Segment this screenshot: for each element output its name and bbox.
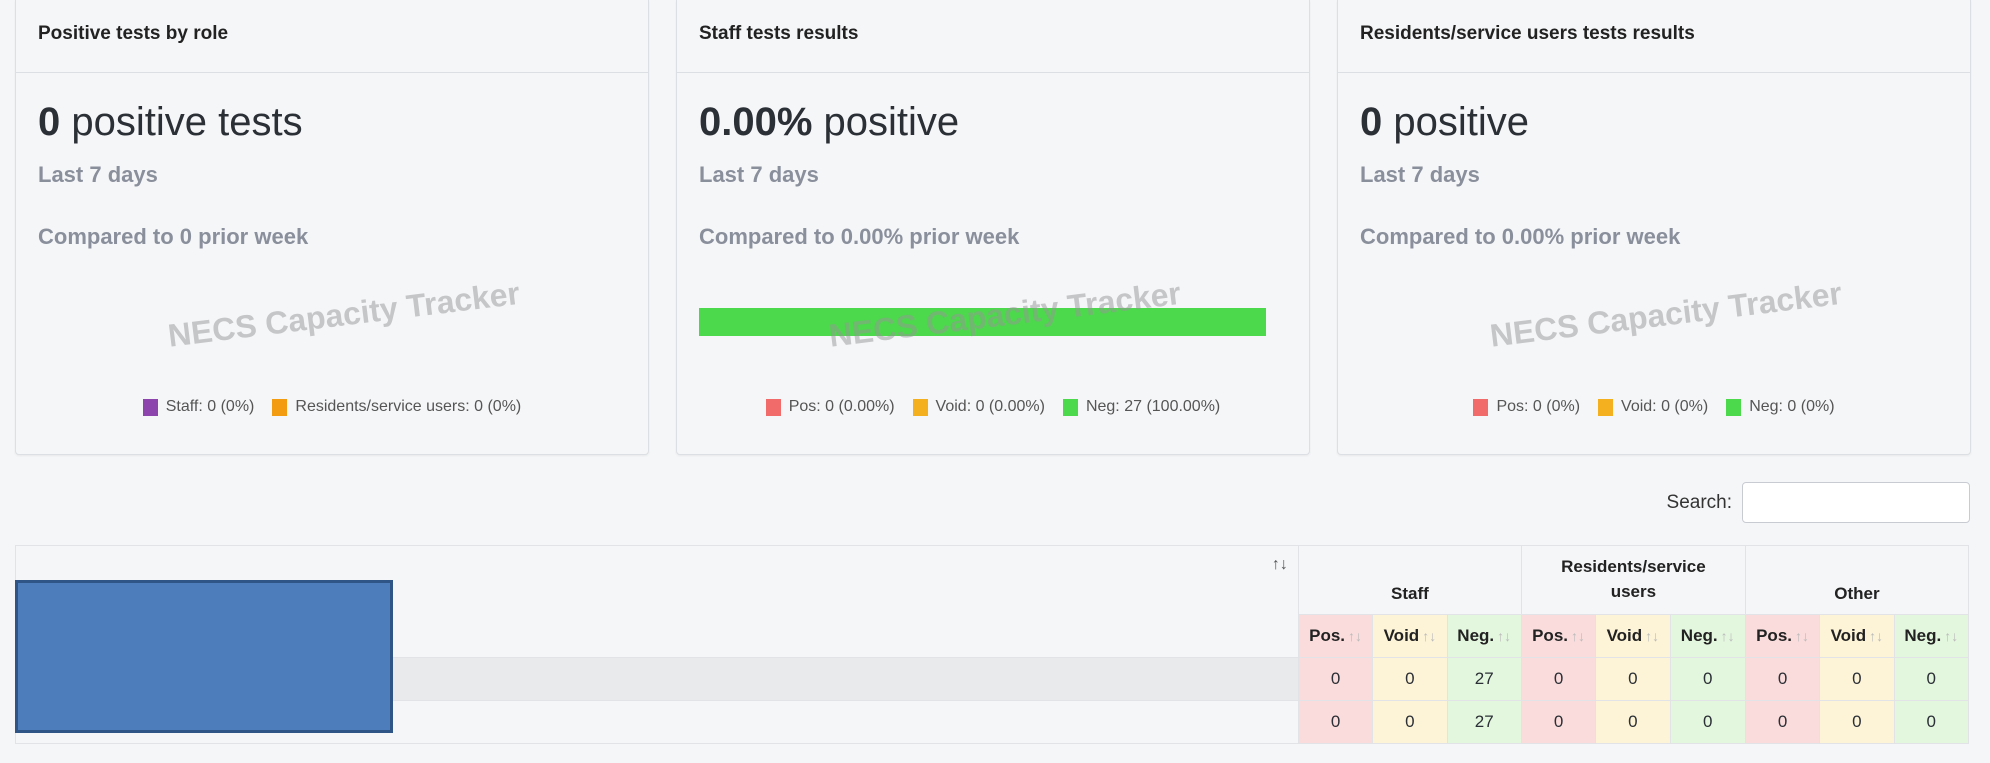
col-other-pos[interactable]: Pos. ↑↓ — [1744, 614, 1821, 658]
legend-swatch — [272, 398, 288, 416]
sort-icon: ↑↓ — [1645, 628, 1660, 644]
cell: 0 — [1669, 700, 1746, 744]
legend-item-staff[interactable]: Staff: 0 (0%) — [142, 398, 255, 416]
col-staff-void[interactable]: Void ↑↓ — [1372, 614, 1448, 658]
legend-label: Pos: 0 (0.00%) — [788, 398, 895, 415]
col-staff-pos[interactable]: Pos. ↑↓ — [1297, 614, 1374, 658]
results-bar-negative[interactable] — [699, 308, 1266, 336]
cell: 0 — [1893, 657, 1970, 701]
cell: 0 — [1744, 657, 1821, 701]
comparison-label: Compared to 0.00% prior week — [1360, 224, 1681, 249]
chart-legend: Pos: 0 (0%) Void: 0 (0%) Neg: 0 (0%) — [1338, 398, 1970, 416]
legend-swatch — [1598, 398, 1614, 416]
sort-icon[interactable]: ↑↓ — [1272, 556, 1288, 573]
legend-item-void[interactable]: Void: 0 (0%) — [1598, 398, 1708, 416]
watermark: NECS Capacity Tracker — [166, 274, 522, 354]
positive-count: 0 positive — [1360, 100, 1529, 144]
sort-icon: ↑↓ — [1795, 628, 1809, 644]
legend-swatch — [765, 398, 781, 416]
col-other-void[interactable]: Void ↑↓ — [1819, 614, 1895, 658]
group-header-residents: Residents/service users — [1520, 545, 1746, 615]
legend-label: Void: 0 (0.00%) — [935, 398, 1045, 415]
comparison-label: Compared to 0.00% prior week — [699, 224, 1020, 249]
search-label: Search: — [1666, 491, 1732, 513]
sort-icon: ↑↓ — [1720, 628, 1735, 644]
sort-icon: ↑↓ — [1497, 628, 1512, 644]
period-label: Last 7 days — [1360, 162, 1480, 187]
legend-label: Staff: 0 (0%) — [165, 398, 255, 415]
legend-swatch — [1726, 398, 1742, 416]
col-other-neg[interactable]: Neg. ↑↓ — [1893, 614, 1970, 658]
legend-label: Residents/service users: 0 (0%) — [295, 398, 522, 415]
legend-item-pos[interactable]: Pos: 0 (0%) — [1473, 398, 1580, 416]
legend-item-neg[interactable]: Neg: 27 (100.00%) — [1062, 398, 1221, 416]
legend-swatch — [142, 398, 158, 416]
legend-item-void[interactable]: Void: 0 (0.00%) — [912, 398, 1045, 416]
sort-icon: ↑↓ — [1422, 628, 1437, 644]
cell: 0 — [1297, 700, 1374, 744]
col-res-void[interactable]: Void ↑↓ — [1595, 614, 1671, 658]
cell: 0 — [1520, 700, 1597, 744]
cell: 27 — [1446, 700, 1522, 744]
search-input[interactable] — [1742, 482, 1970, 523]
group-header-other: Other — [1744, 545, 1970, 615]
legend-label: Pos: 0 (0%) — [1496, 398, 1581, 415]
cell: 0 — [1372, 657, 1448, 701]
sort-icon: ↑↓ — [1869, 628, 1884, 644]
cell: 0 — [1819, 657, 1895, 701]
sort-icon: ↑↓ — [1571, 628, 1585, 644]
cell: 0 — [1297, 657, 1374, 701]
card-residents-results: Residents/service users tests results 0 … — [1337, 0, 1971, 455]
card-title: Staff tests results — [677, 0, 1309, 73]
cell: 0 — [1669, 657, 1746, 701]
cell: 0 — [1595, 657, 1671, 701]
cell: 0 — [1595, 700, 1671, 744]
redaction-box — [15, 580, 393, 733]
cell: 0 — [1372, 700, 1448, 744]
col-staff-neg[interactable]: Neg. ↑↓ — [1446, 614, 1522, 658]
legend-label: Void: 0 (0%) — [1621, 398, 1709, 415]
legend-swatch — [912, 398, 928, 416]
sort-icon: ↑↓ — [1348, 628, 1363, 644]
legend-swatch — [1473, 398, 1489, 416]
period-label: Last 7 days — [699, 162, 819, 187]
card-title: Residents/service users tests results — [1338, 0, 1970, 73]
legend-label: Neg: 0 (0%) — [1749, 398, 1835, 415]
positive-rate: 0.00% positive — [699, 100, 960, 144]
sort-icon: ↑↓ — [1944, 628, 1959, 644]
card-positive-by-role: Positive tests by role 0 positive tests … — [15, 0, 649, 455]
period-label: Last 7 days — [38, 162, 158, 187]
legend-item-pos[interactable]: Pos: 0 (0.00%) — [765, 398, 895, 416]
legend-item-neg[interactable]: Neg: 0 (0%) — [1726, 398, 1835, 416]
positive-count: 0 positive tests — [38, 100, 303, 144]
card-staff-results: Staff tests results 0.00% positive Last … — [676, 0, 1310, 455]
watermark: NECS Capacity Tracker — [1488, 274, 1844, 354]
cell: 0 — [1819, 700, 1895, 744]
card-title: Positive tests by role — [16, 0, 648, 73]
cell: 27 — [1446, 657, 1522, 701]
group-header-staff: Staff — [1297, 545, 1522, 615]
results-bar[interactable] — [699, 308, 1266, 336]
legend-swatch — [1062, 398, 1078, 416]
legend-label: Neg: 27 (100.00%) — [1085, 398, 1221, 415]
col-res-pos[interactable]: Pos. ↑↓ — [1520, 614, 1597, 658]
search-box: Search: — [1667, 482, 1970, 523]
legend-item-residents[interactable]: Residents/service users: 0 (0%) — [272, 398, 521, 416]
cell: 0 — [1893, 700, 1970, 744]
col-res-neg[interactable]: Neg. ↑↓ — [1669, 614, 1746, 658]
cell: 0 — [1744, 700, 1821, 744]
chart-legend: Staff: 0 (0%) Residents/service users: 0… — [16, 398, 648, 416]
chart-legend: Pos: 0 (0.00%) Void: 0 (0.00%) Neg: 27 (… — [677, 398, 1309, 416]
comparison-label: Compared to 0 prior week — [38, 224, 309, 249]
cell: 0 — [1520, 657, 1597, 701]
